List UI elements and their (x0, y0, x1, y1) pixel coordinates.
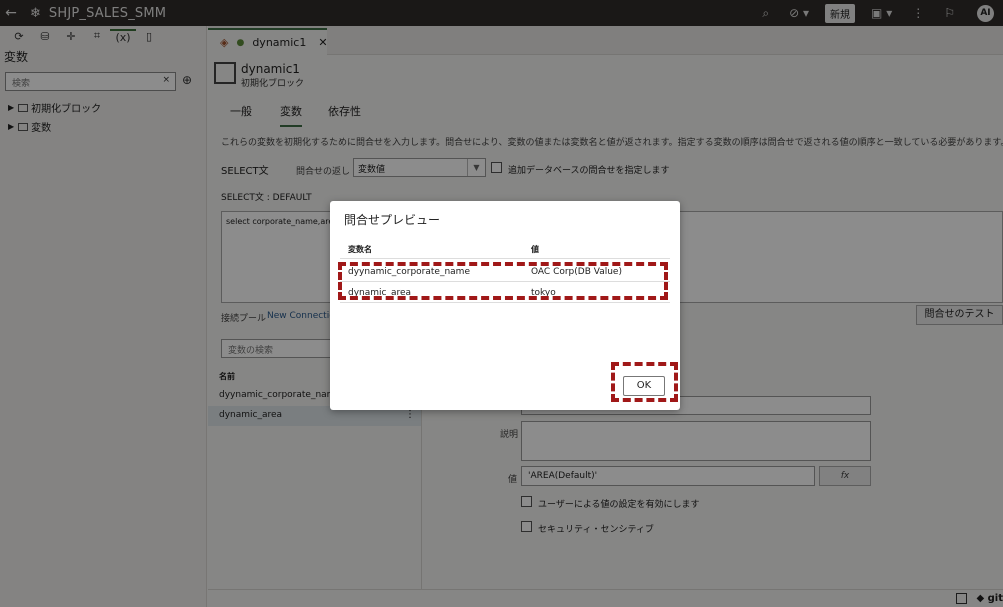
column-header-name: 変数名 (348, 245, 372, 254)
divider (340, 258, 670, 259)
dialog-title: 問合せプレビュー (344, 213, 441, 227)
ok-highlight-box (611, 362, 678, 402)
divider (340, 302, 670, 303)
rows-highlight-box (338, 262, 668, 300)
column-header-value: 値 (531, 245, 539, 254)
